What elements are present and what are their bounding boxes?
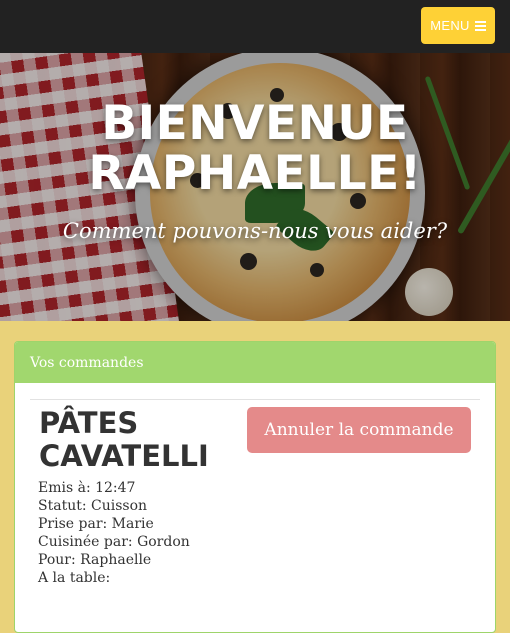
welcome-line-2: RAPHAELLE! [88, 146, 422, 201]
welcome-subtitle: Comment pouvons-nous vous aider? [62, 219, 448, 243]
order-table: A la table: [38, 570, 111, 586]
hero-banner: BIENVENUE RAPHAELLE! Comment pouvons-nou… [0, 53, 510, 321]
divider [30, 399, 480, 400]
order-taken-by: Prise par: Marie [38, 516, 154, 532]
orders-panel: Vos commandes PÂTES CAVATELLI Annuler la… [14, 341, 496, 633]
dish-name-line-2: CAVATELLI [39, 439, 209, 473]
dish-name: PÂTES CAVATELLI [39, 407, 209, 473]
cancel-order-button[interactable]: Annuler la commande [247, 407, 471, 453]
bars-icon [474, 21, 486, 31]
menu-label: MENU [430, 18, 470, 33]
dish-name-line-1: PÂTES [39, 406, 139, 440]
order-for: Pour: Raphaelle [38, 552, 152, 568]
order-details: Emis à: 12:47 Statut: Cuisson Prise par:… [38, 479, 190, 587]
order-emitted-time: Emis à: 12:47 [38, 480, 136, 496]
welcome-heading: BIENVENUE RAPHAELLE! [0, 99, 510, 199]
top-navbar: MENU [0, 0, 510, 53]
welcome-line-1: BIENVENUE [101, 96, 409, 151]
menu-button[interactable]: MENU [421, 7, 495, 44]
order-cooked-by: Cuisinée par: Gordon [38, 534, 190, 550]
orders-panel-heading: Vos commandes [15, 342, 495, 383]
order-status: Statut: Cuisson [38, 498, 148, 514]
